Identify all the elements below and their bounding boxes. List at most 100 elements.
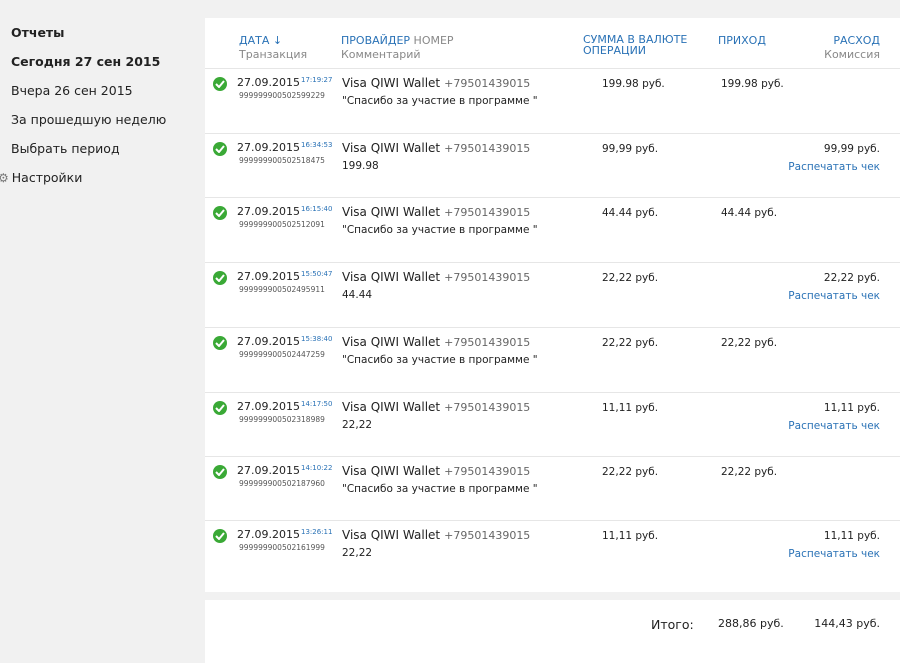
- table-row: 27.09.201514:17:50 999999900502318989 Vi…: [205, 392, 900, 456]
- sidebar-item-settings[interactable]: ⚙ Настройки: [0, 170, 82, 185]
- print-receipt-link[interactable]: Распечатать чек: [788, 548, 880, 560]
- operation-sum: 99,99 руб.: [602, 143, 659, 155]
- provider-name: Visa QIWI Wallet: [342, 464, 441, 478]
- sort-by-provider-link[interactable]: ПРОВАЙДЕР: [341, 34, 410, 47]
- transaction-id: 999999900502318989: [239, 415, 325, 424]
- sidebar-item-today[interactable]: Сегодня 27 сен 2015: [11, 54, 160, 69]
- transaction-date-value: 27.09.2015: [237, 528, 300, 541]
- header-sum: СУММА В ВАЛЮТЕ ОПЕРАЦИИ: [583, 34, 698, 56]
- provider-name: Visa QIWI Wallet: [342, 335, 441, 349]
- provider-number: +79501439015: [444, 206, 531, 219]
- transaction-date-value: 27.09.2015: [237, 76, 300, 89]
- provider-cell: Visa QIWI Wallet +79501439015: [342, 205, 530, 219]
- transaction-comment: 22,22: [342, 419, 373, 431]
- provider-number: +79501439015: [444, 529, 531, 542]
- provider-number: +79501439015: [444, 401, 531, 414]
- transaction-date-value: 27.09.2015: [237, 270, 300, 283]
- check-circle-icon: [213, 271, 227, 285]
- transaction-date: 27.09.201515:50:47: [237, 270, 332, 283]
- provider-name: Visa QIWI Wallet: [342, 76, 441, 90]
- provider-name: Visa QIWI Wallet: [342, 528, 441, 542]
- header-date: ДАТА ↓ Транзакция: [239, 34, 307, 62]
- header-transaction-label: Транзакция: [239, 48, 308, 61]
- transaction-time: 17:19:27: [300, 76, 333, 84]
- transaction-time: 15:38:40: [300, 335, 333, 343]
- header-provider: ПРОВАЙДЕР НОМЕР Комментарий: [341, 34, 454, 62]
- print-receipt-link[interactable]: Распечатать чек: [788, 161, 880, 173]
- print-receipt-link[interactable]: Распечатать чек: [788, 420, 880, 432]
- expense-amount: 22,22 руб.: [823, 272, 880, 284]
- provider-number: +79501439015: [444, 465, 531, 478]
- operation-sum: 22,22 руб.: [602, 337, 659, 349]
- sort-by-income-link[interactable]: ПРИХОД: [718, 34, 766, 48]
- transaction-date-value: 27.09.2015: [237, 400, 300, 413]
- table-row: 27.09.201513:26:11 999999900502161999 Vi…: [205, 520, 900, 584]
- transaction-date-value: 27.09.2015: [237, 464, 300, 477]
- provider-number: +79501439015: [444, 142, 531, 155]
- operation-sum: 199.98 руб.: [602, 78, 665, 90]
- sidebar-item-reports[interactable]: Отчеты: [11, 25, 64, 40]
- check-circle-icon: [213, 142, 227, 156]
- table-row: 27.09.201516:15:40 999999900502512091 Vi…: [205, 197, 900, 261]
- provider-number: +79501439015: [444, 336, 531, 349]
- header-income: ПРИХОД: [718, 34, 766, 48]
- transaction-time: 16:34:53: [300, 141, 333, 149]
- check-circle-icon: [213, 77, 227, 91]
- provider-cell: Visa QIWI Wallet +79501439015: [342, 76, 530, 90]
- transaction-comment: "Спасибо за участие в программе ": [342, 354, 538, 366]
- transaction-comment: 22,22: [342, 547, 373, 559]
- print-receipt-link[interactable]: Распечатать чек: [788, 290, 880, 302]
- provider-cell: Visa QIWI Wallet +79501439015: [342, 335, 530, 349]
- operation-sum: 11,11 руб.: [602, 402, 659, 414]
- provider-name: Visa QIWI Wallet: [342, 205, 441, 219]
- table-row: 27.09.201515:38:40 999999900502447259 Vi…: [205, 327, 900, 391]
- provider-cell: Visa QIWI Wallet +79501439015: [342, 141, 530, 155]
- operation-sum: 44.44 руб.: [602, 207, 659, 219]
- sidebar: Отчеты Сегодня 27 сен 2015 Вчера 26 сен …: [0, 0, 205, 663]
- transaction-comment: "Спасибо за участие в программе ": [342, 95, 538, 107]
- provider-cell: Visa QIWI Wallet +79501439015: [342, 270, 530, 284]
- transaction-time: 13:26:11: [300, 528, 333, 536]
- income-amount: 199.98 руб.: [721, 78, 784, 90]
- totals-label: Итого:: [651, 617, 694, 632]
- transaction-id: 999999900502495911: [239, 285, 325, 294]
- income-total: 288,86 руб.: [718, 617, 784, 630]
- sidebar-item-yesterday[interactable]: Вчера 26 сен 2015: [11, 83, 133, 98]
- transaction-id: 999999900502187960: [239, 479, 325, 488]
- transaction-id: 999999900502447259: [239, 350, 325, 359]
- provider-name: Visa QIWI Wallet: [342, 400, 441, 414]
- transaction-date-value: 27.09.2015: [237, 205, 300, 218]
- check-circle-icon: [213, 401, 227, 415]
- check-circle-icon: [213, 336, 227, 350]
- header-number-label: НОМЕР: [413, 34, 454, 47]
- sidebar-item-choose-period[interactable]: Выбрать период: [11, 141, 120, 156]
- sort-by-sum-link[interactable]: СУММА В ВАЛЮТЕ ОПЕРАЦИИ: [583, 34, 698, 56]
- transaction-comment: "Спасибо за участие в программе ": [342, 483, 538, 495]
- provider-name: Visa QIWI Wallet: [342, 270, 441, 284]
- check-circle-icon: [213, 206, 227, 220]
- header-comment-label: Комментарий: [341, 48, 421, 61]
- transaction-comment: 44.44: [342, 289, 373, 301]
- transaction-time: 15:50:47: [300, 270, 333, 278]
- header-expense: РАСХОД Комиссия: [824, 34, 880, 62]
- sort-by-date-link[interactable]: ДАТА ↓: [239, 34, 307, 48]
- check-circle-icon: [213, 465, 227, 479]
- expense-amount: 11,11 руб.: [823, 530, 880, 542]
- provider-number: +79501439015: [444, 77, 531, 90]
- transaction-time: 16:15:40: [300, 205, 333, 213]
- transaction-date-value: 27.09.2015: [237, 141, 300, 154]
- table-row: 27.09.201515:50:47 999999900502495911 Vi…: [205, 262, 900, 326]
- operation-sum: 11,11 руб.: [602, 530, 659, 542]
- sort-by-expense-link[interactable]: РАСХОД: [824, 34, 880, 48]
- transaction-id: 999999900502512091: [239, 220, 325, 229]
- provider-number: +79501439015: [444, 271, 531, 284]
- transaction-id: 999999900502599229: [239, 91, 325, 100]
- income-amount: 44.44 руб.: [721, 207, 778, 219]
- expense-amount: 99,99 руб.: [823, 143, 880, 155]
- transaction-date: 27.09.201517:19:27: [237, 76, 332, 89]
- transaction-comment: 199.98: [342, 160, 379, 172]
- header-commission-label: Комиссия: [824, 48, 880, 61]
- sidebar-item-last-week[interactable]: За прошедшую неделю: [11, 112, 166, 127]
- transaction-date-value: 27.09.2015: [237, 335, 300, 348]
- transaction-date: 27.09.201513:26:11: [237, 528, 332, 541]
